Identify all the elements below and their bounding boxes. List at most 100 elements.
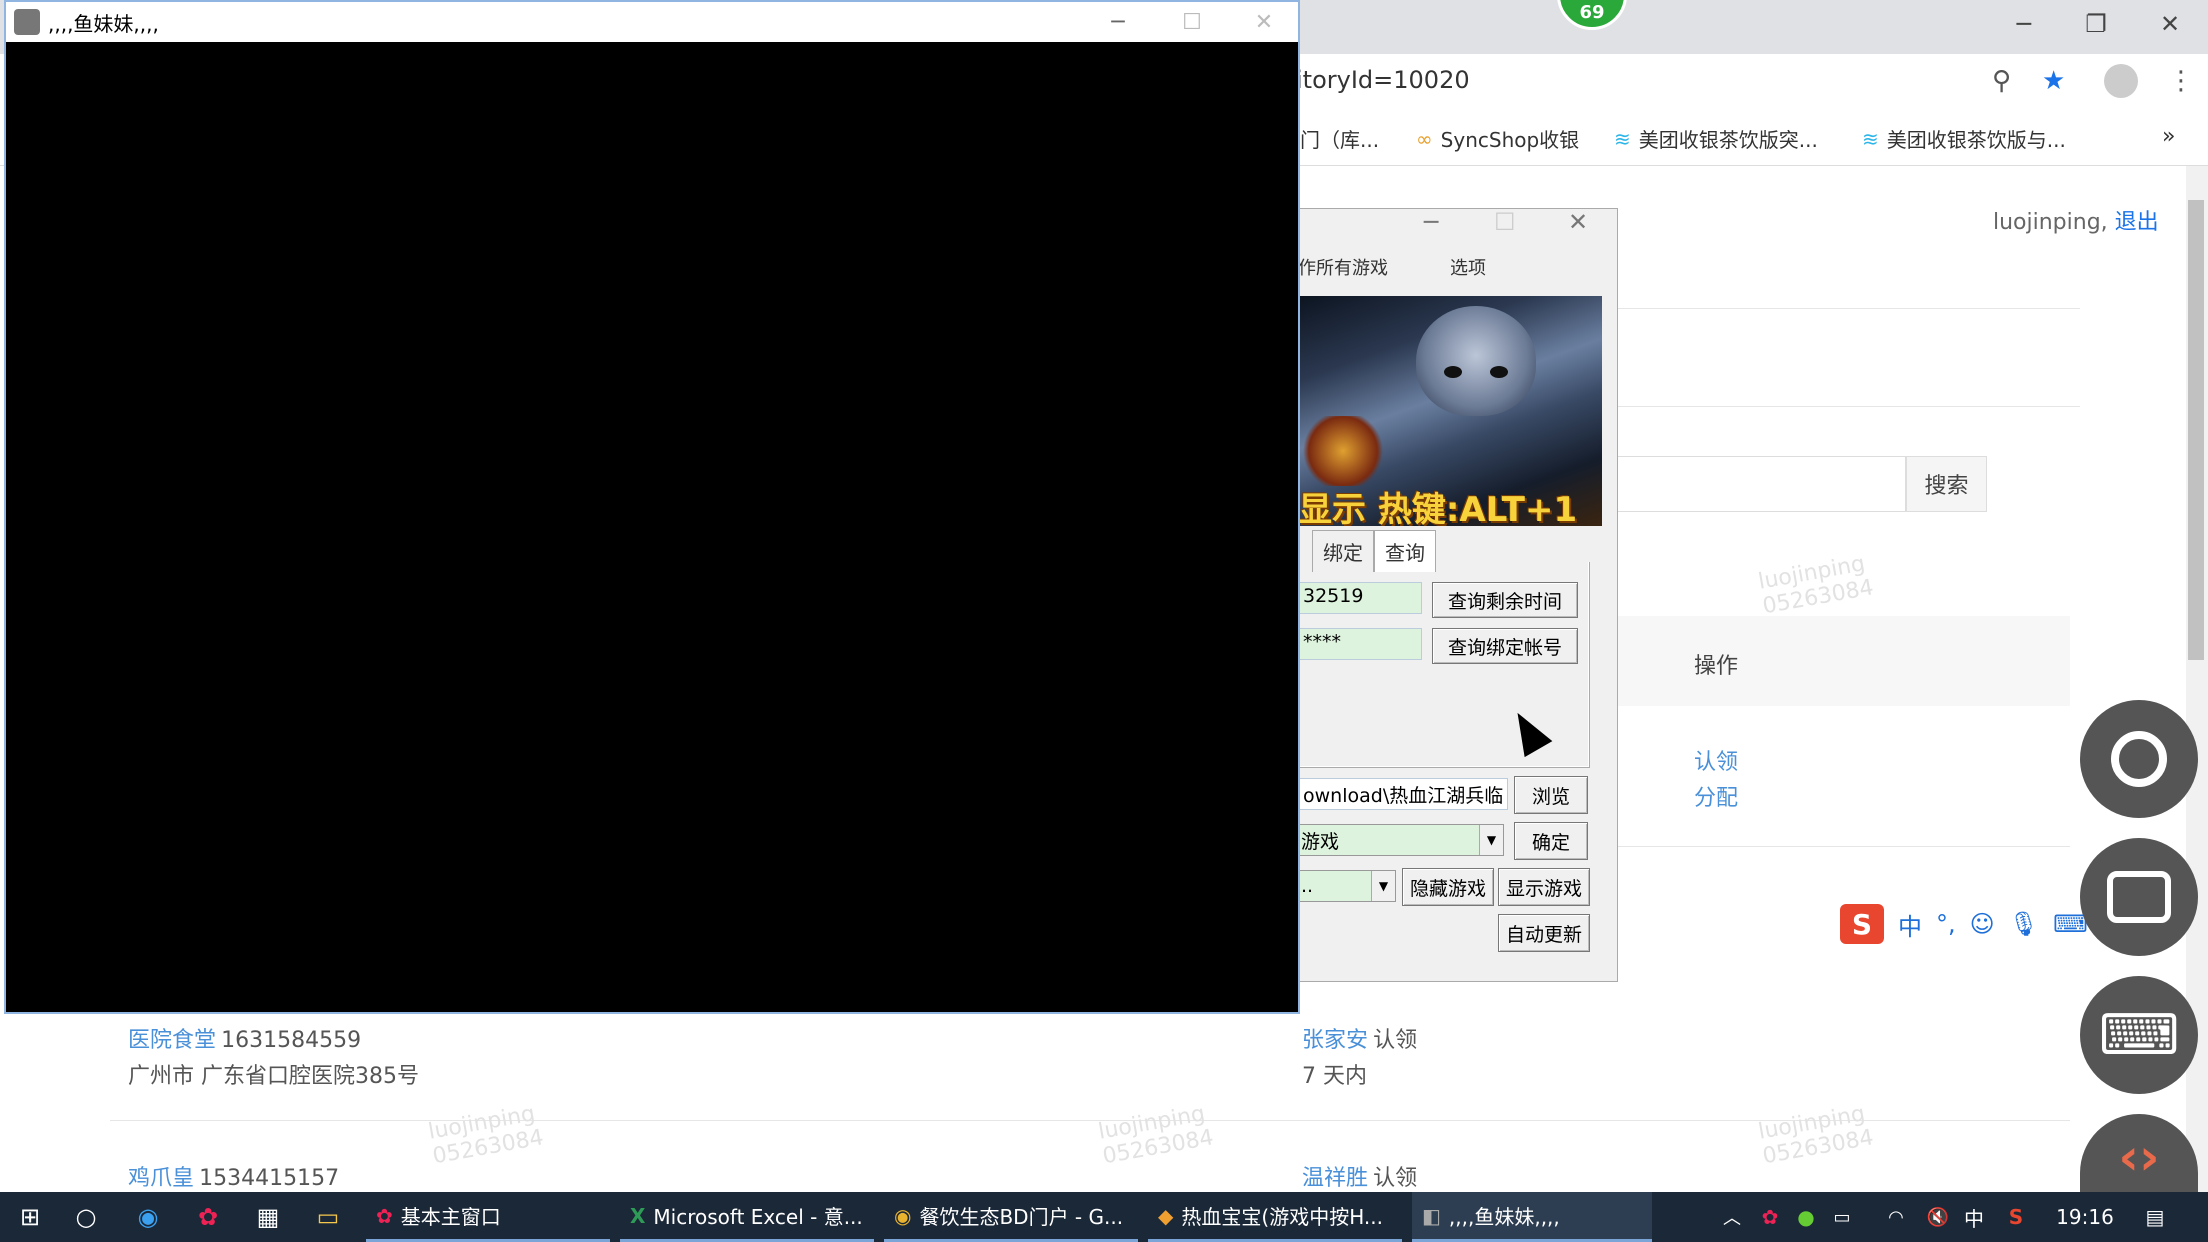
confirm-button[interactable]: 确定 [1514, 822, 1588, 860]
owner-link[interactable]: 张家安 [1302, 1028, 1368, 1053]
logout-link[interactable]: 退出 [2115, 210, 2159, 235]
calculator-icon[interactable]: ▦ [238, 1192, 298, 1242]
table-row: 医院食堂 1631584559 [128, 1022, 361, 1054]
store-name-link[interactable]: 医院食堂 [128, 1028, 216, 1053]
owner-status: 认领 [1373, 1028, 1418, 1053]
game-app-icon[interactable]: ✿ [178, 1192, 238, 1242]
taskbar-item[interactable]: ◧ ,,,,鱼妹妹,,,, [1412, 1192, 1652, 1242]
arrows-icon: ‹› [2118, 1128, 2160, 1186]
sogou-logo-icon[interactable]: S [1840, 904, 1884, 944]
browse-button[interactable]: 浏览 [1514, 776, 1588, 814]
volume-muted-icon[interactable]: 🔇 [1920, 1192, 1956, 1242]
store-name-link[interactable]: 鸡爪皇 [128, 1166, 194, 1191]
taskbar-item-label: Microsoft Excel - 意... [653, 1205, 863, 1229]
minimize-icon[interactable]: ─ [1424, 208, 1438, 236]
zoom-icon[interactable]: ⚲ [1992, 66, 2011, 96]
cortana-search-icon[interactable]: ○ [56, 1192, 116, 1242]
game-select[interactable]: 游戏 ▼ [1298, 824, 1504, 856]
restore-icon[interactable]: ❐ [2060, 0, 2132, 48]
ime-toolbar: S 中 °, ☺ 🎙 ⌨ [1840, 904, 2088, 944]
tool-app-icon: ◆ [1158, 1203, 1174, 1228]
tray-app-icon[interactable]: ● [1788, 1192, 1824, 1242]
account-id-field[interactable]: 32519 [1298, 582, 1422, 614]
claim-link[interactable]: 认领 [1694, 744, 1738, 776]
keyboard-mapping-button[interactable] [2080, 838, 2198, 956]
ime-mode[interactable]: 中 [1898, 907, 1922, 942]
menu-all-games[interactable]: 作所有游戏 [1298, 254, 1388, 280]
query-time-button[interactable]: 查询剩余时间 [1432, 582, 1578, 618]
minimize-icon[interactable]: ─ [1988, 0, 2060, 48]
owner-cell: 温祥胜 认领 [1302, 1160, 1417, 1192]
close-icon[interactable]: ✕ [2134, 0, 2206, 48]
taskbar-item[interactable]: ◆ 热血宝宝(游戏中按H... [1148, 1192, 1402, 1242]
browser-app-icon[interactable]: ◉ [118, 1192, 178, 1242]
owner-link[interactable]: 温祥胜 [1302, 1166, 1368, 1191]
game-window[interactable]: ,,,,鱼妹妹,,,, ─ ☐ ✕ [4, 0, 1300, 1014]
game-app-icon [14, 9, 40, 35]
microphone-icon[interactable]: 🎙 [2009, 910, 2039, 938]
password-field[interactable]: **** [1298, 628, 1422, 660]
path-field[interactable]: ownload\热血江湖兵临 [1298, 778, 1508, 810]
bookmark-star-icon[interactable]: ★ [2042, 66, 2065, 96]
notification-center-icon[interactable]: ▤ [2132, 1192, 2178, 1242]
taskbar-item-label: 餐饮生态BD门户 - G... [919, 1205, 1124, 1229]
table-row: 鸡爪皇 1534415157 [128, 1160, 339, 1192]
minimize-icon[interactable]: ─ [1082, 2, 1154, 42]
assign-link[interactable]: 分配 [1694, 780, 1738, 812]
character-face [1416, 306, 1536, 416]
game-window-icon: ◧ [1422, 1203, 1441, 1228]
scrollbar-thumb[interactable] [2188, 200, 2204, 660]
small-select-value: .. [1301, 875, 1314, 897]
bookmark-item[interactable]: 门（库... [1300, 124, 1379, 153]
keyboard-button[interactable]: ⌨ [2080, 976, 2198, 1094]
chevron-down-icon[interactable]: ▼ [1479, 825, 1503, 855]
profile-avatar-icon[interactable] [2104, 64, 2138, 98]
search-input[interactable] [1610, 456, 1906, 512]
windows-start-icon[interactable]: ⊞ [0, 1192, 60, 1242]
query-bind-button[interactable]: 查询绑定帐号 [1432, 628, 1578, 664]
show-game-button[interactable]: 显示游戏 [1498, 868, 1590, 906]
badge-count: 69 [1579, 2, 1605, 23]
menu-dots-icon[interactable]: ⋮ [2168, 66, 2194, 96]
bookmark-item[interactable]: ≋ 美团收银茶饮版与... [1862, 124, 2066, 153]
language-indicator[interactable]: 中 [1956, 1192, 1992, 1242]
layers-icon: ≋ [1614, 126, 1631, 151]
bookmark-item[interactable]: ∞ SyncShop收银 [1416, 124, 1579, 153]
taskbar-item[interactable]: ◉ 餐饮生态BD门户 - G... [884, 1192, 1138, 1242]
tray-app-icon[interactable]: ✿ [1752, 1192, 1788, 1242]
taskbar-item[interactable]: ✿ 基本主窗口 [366, 1192, 610, 1242]
punctuation-icon[interactable]: °, [1936, 910, 1956, 938]
close-icon[interactable]: ✕ [1568, 208, 1588, 236]
search-button[interactable]: 搜索 [1906, 456, 1987, 512]
bookmark-label: 门（库... [1300, 128, 1380, 152]
eye [1490, 366, 1508, 378]
small-select[interactable]: .. ▼ [1298, 870, 1396, 902]
bookmark-item[interactable]: ≋ 美团收银茶饮版突... [1614, 124, 1818, 153]
time-window: 7 天内 [1302, 1064, 1367, 1089]
chevron-down-icon[interactable]: ▼ [1371, 871, 1395, 901]
emoji-icon[interactable]: ☺ [1970, 910, 1995, 938]
hotkey-banner-text: 显示 热键:ALT+1 [1298, 490, 1578, 526]
taskbar-item-label: 热血宝宝(游戏中按H... [1181, 1205, 1383, 1229]
wifi-icon[interactable]: ◠ [1878, 1192, 1914, 1242]
menu-options[interactable]: 选项 [1450, 254, 1486, 280]
record-icon [2111, 731, 2167, 787]
username: luojinping, [1993, 210, 2108, 235]
taskbar-item[interactable]: X Microsoft Excel - 意... [620, 1192, 874, 1242]
hide-game-button[interactable]: 隐藏游戏 [1402, 868, 1494, 906]
close-icon[interactable]: ✕ [1228, 2, 1300, 42]
auto-update-button[interactable]: 自动更新 [1498, 914, 1590, 952]
clock[interactable]: 19:16 [2048, 1192, 2122, 1242]
record-button[interactable] [2080, 700, 2198, 818]
column-header-actions: 操作 [1694, 654, 1739, 679]
owner-status: 认领 [1373, 1166, 1418, 1191]
sogou-tray-icon[interactable]: S [1998, 1192, 2034, 1242]
user-info: luojinping, 退出 [1993, 204, 2159, 236]
chevron-up-icon[interactable]: ︿ [1714, 1192, 1750, 1242]
sync-icon: ∞ [1416, 126, 1433, 151]
address-bar[interactable]: itoryId=10020 [1296, 66, 1470, 94]
layers-icon: ≋ [1862, 126, 1879, 151]
battery-icon[interactable]: ▭ [1824, 1192, 1860, 1242]
more-bookmarks-icon[interactable]: » [2162, 124, 2175, 149]
file-explorer-icon[interactable]: ▭ [298, 1192, 358, 1242]
